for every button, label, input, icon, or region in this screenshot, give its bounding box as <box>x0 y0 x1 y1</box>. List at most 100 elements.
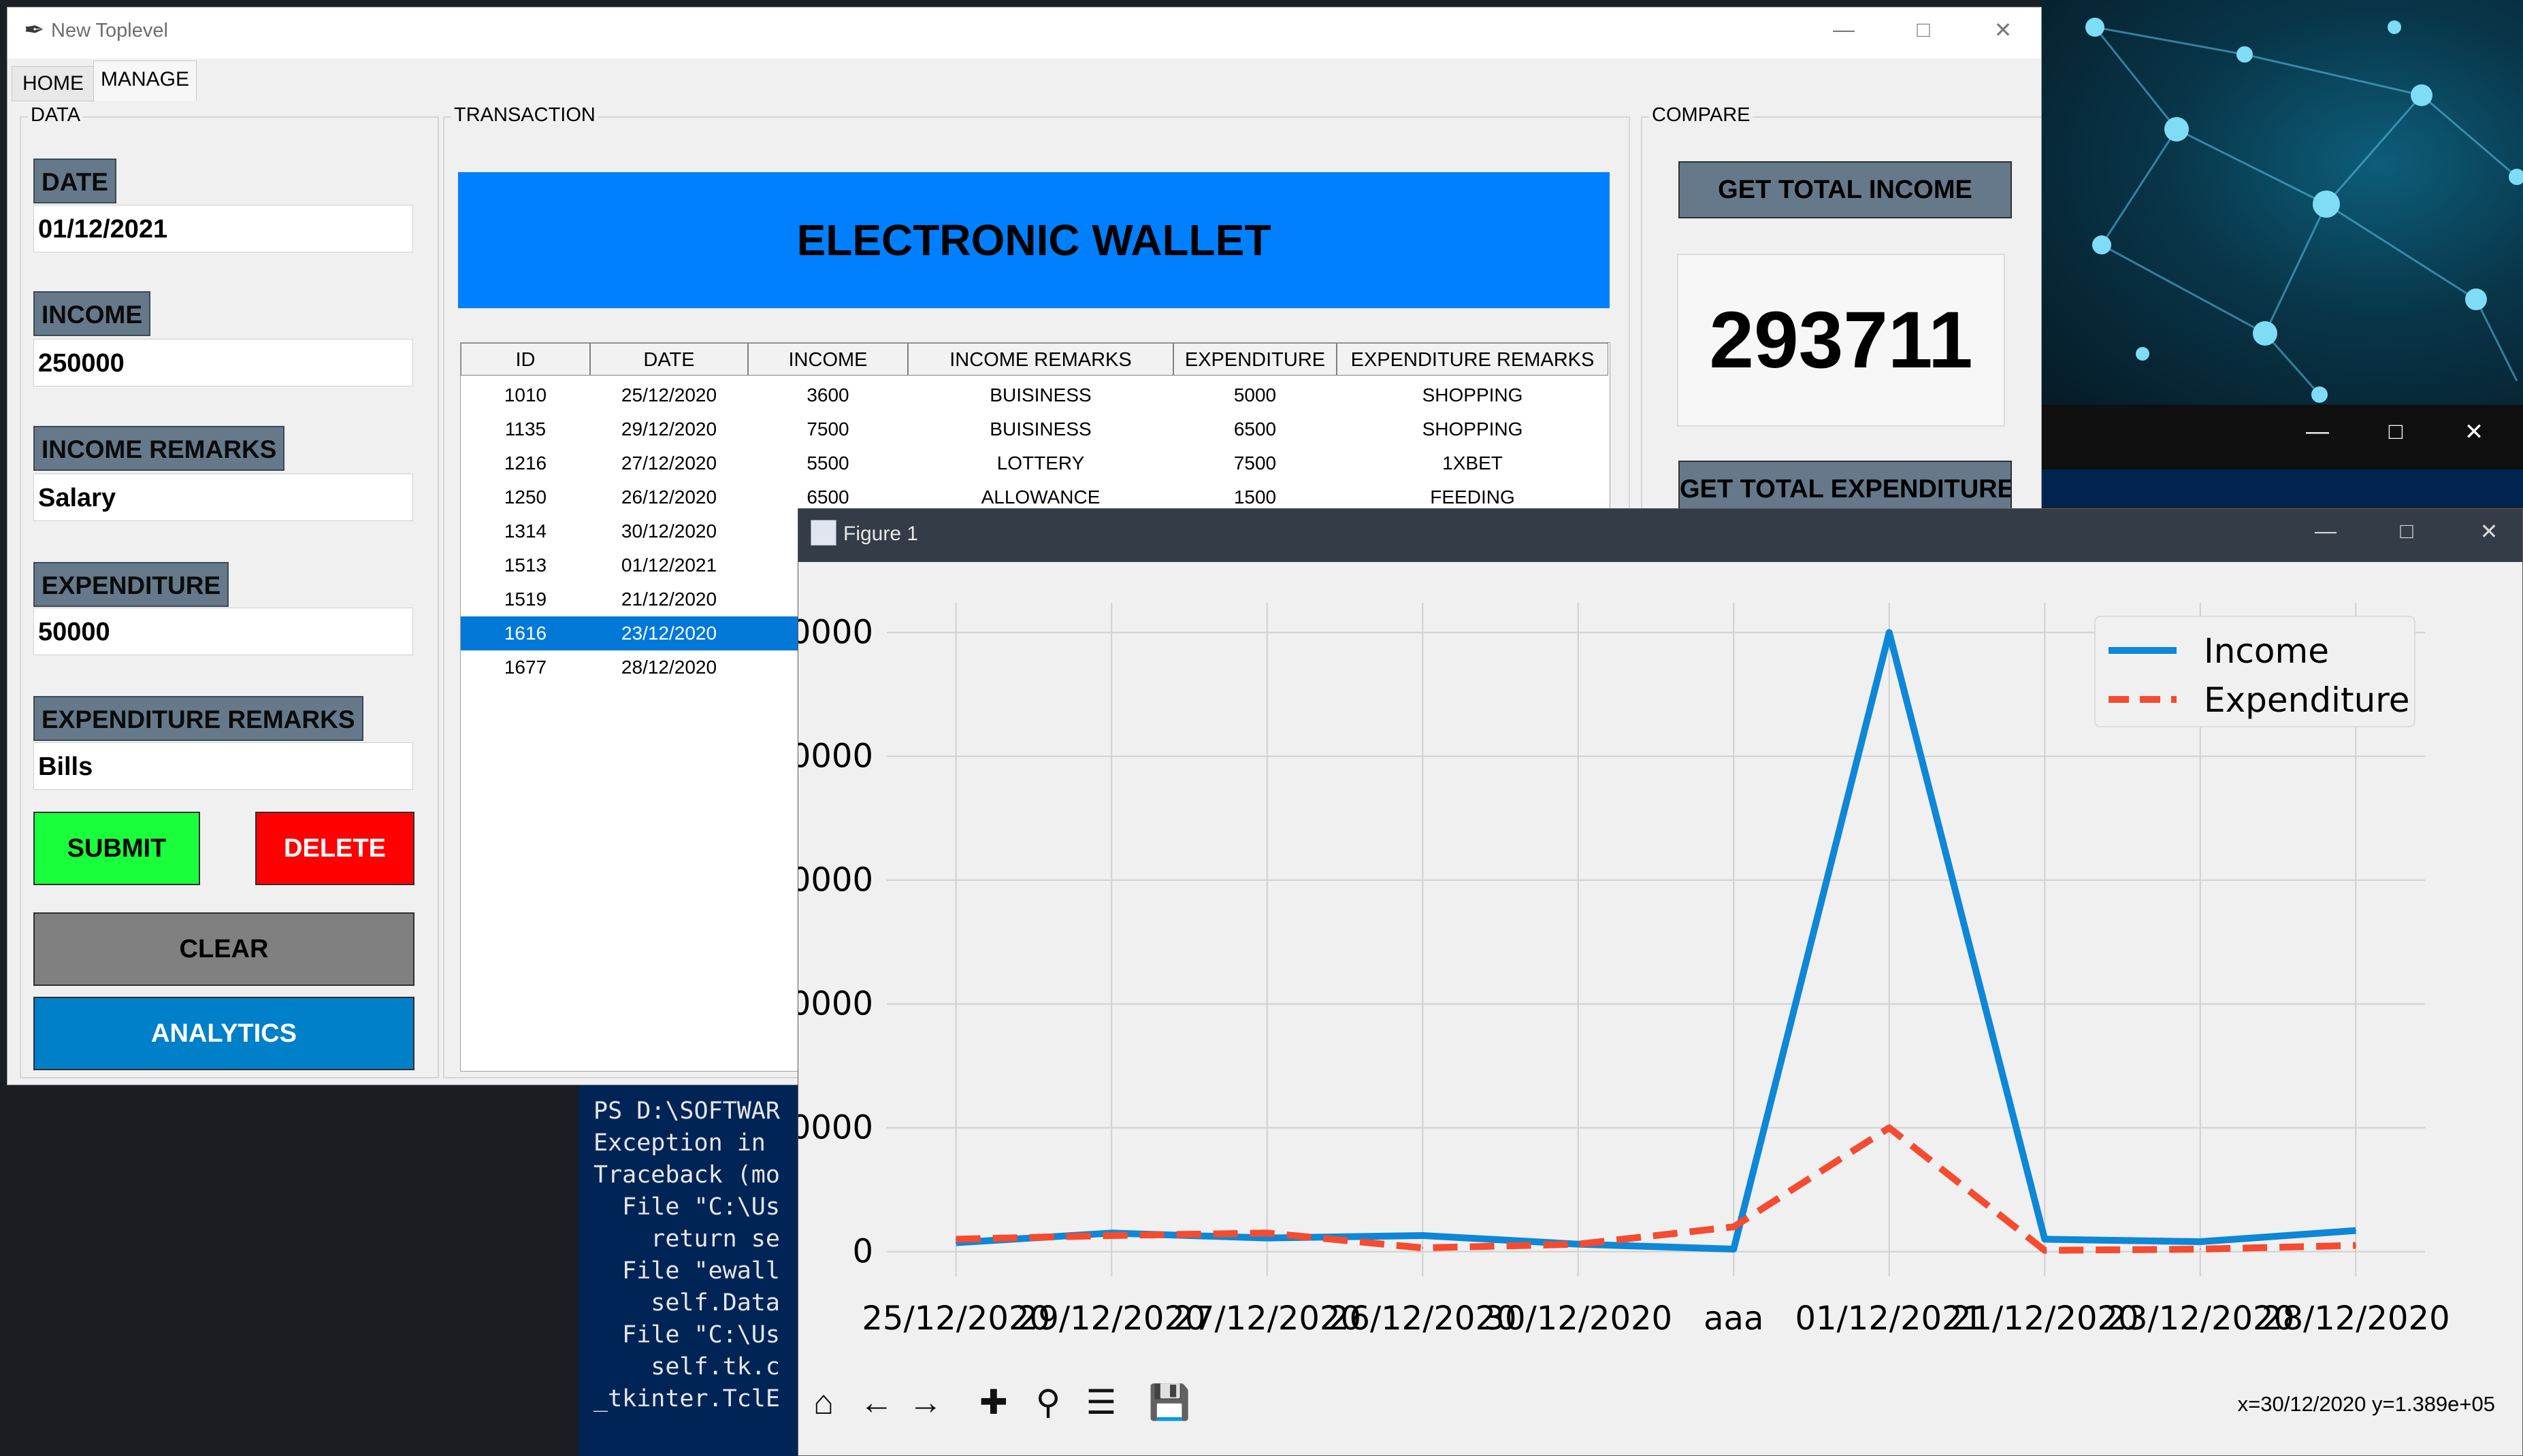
table-cell: 23/12/2020 <box>621 623 717 644</box>
console-line: _tkinter.TclE <box>593 1385 780 1412</box>
maximize-icon[interactable]: □ <box>1903 17 1944 47</box>
console-line: Exception in <box>593 1129 780 1157</box>
table-cell: 27/12/2020 <box>621 452 717 474</box>
table-cell: SHOPPING <box>1422 418 1523 440</box>
powershell-window[interactable]: PS D:\SOFTWAR Exception in Traceback (mo… <box>579 1084 803 1456</box>
total-value-display: 293711 <box>1677 254 2005 427</box>
table-row[interactable]: 1135 29/12/2020 7500 BUISINESS 6500 SHOPPING <box>461 412 1608 446</box>
data-group: DATA DATE 01/12/2021 INCOME 250000 INCOM… <box>20 104 439 1078</box>
forward-icon[interactable]: → <box>905 1381 947 1423</box>
console-line: self.Data <box>593 1289 780 1317</box>
table-row[interactable]: 1216 27/12/2020 5500 LOTTERY 7500 1XBET <box>461 446 1608 480</box>
legend-label: Expenditure <box>2204 680 2410 720</box>
y-tick-label: 150000 <box>798 861 873 899</box>
background-window[interactable]: — □ ✕ <box>2038 405 2523 507</box>
console-line: self.tk.c <box>593 1353 780 1380</box>
expenditure-field[interactable]: 50000 <box>33 608 413 655</box>
expenditure-remarks-field[interactable]: Bills <box>33 742 413 790</box>
minimize-icon[interactable]: — <box>2297 418 2338 445</box>
table-cell: SHOPPING <box>1422 384 1523 406</box>
zoom-icon[interactable]: ⚲ <box>1027 1381 1069 1423</box>
delete-button[interactable]: DELETE <box>255 812 414 885</box>
table-cell: 28/12/2020 <box>621 657 717 678</box>
console-line: PS D:\SOFTWAR <box>593 1097 780 1125</box>
table-cell: BUISINESS <box>990 418 1092 440</box>
data-group-label: DATA <box>28 104 84 127</box>
back-icon[interactable]: ← <box>856 1381 898 1423</box>
data-point <box>1422 1234 1424 1236</box>
window-title: New Toplevel <box>51 20 168 42</box>
home-icon[interactable]: ⌂ <box>802 1381 845 1423</box>
table-row[interactable]: 1010 25/12/2020 3600 BUISINESS 5000 SHOPPING <box>461 378 1608 412</box>
pan-icon[interactable]: ✚ <box>973 1381 1015 1423</box>
table-cell: 1135 <box>504 418 547 440</box>
table-cell: 29/12/2020 <box>621 418 717 440</box>
tab-home[interactable]: HOME <box>12 66 95 101</box>
y-tick-label: 250000 <box>798 614 873 652</box>
table-cell: LOTTERY <box>996 452 1085 474</box>
table-cell: 1250 <box>504 486 547 508</box>
y-tick-label: 200000 <box>798 738 873 776</box>
window-titlebar[interactable]: Figure 1 — □ ✕ <box>798 509 2522 562</box>
table-cell: 1513 <box>504 555 547 576</box>
tab-manage[interactable]: MANAGE <box>93 61 197 101</box>
wallet-banner: ELECTRONIC WALLET <box>458 172 1610 308</box>
get-total-income-button[interactable]: GET TOTAL INCOME <box>1678 161 2012 218</box>
data-point <box>2355 1229 2357 1231</box>
window-content <box>2038 469 2523 507</box>
compare-group-label: COMPARE <box>1649 104 1753 127</box>
window-titlebar[interactable]: ✒ New Toplevel — □ ✕ <box>7 7 2041 59</box>
column-header[interactable]: EXPENDITURE <box>1173 343 1337 376</box>
table-cell: 1XBET <box>1442 452 1503 474</box>
table-cell: 25/12/2020 <box>621 384 717 406</box>
matplotlib-icon <box>811 520 836 546</box>
minimize-icon[interactable]: — <box>1823 17 1864 47</box>
maximize-icon[interactable]: □ <box>2386 518 2427 548</box>
column-header[interactable]: EXPENDITURE REMARKS <box>1337 343 1608 376</box>
date-label: DATE <box>33 159 116 203</box>
column-header[interactable]: INCOME REMARKS <box>908 343 1173 376</box>
column-header[interactable]: DATE <box>590 343 748 376</box>
data-point <box>955 1238 957 1240</box>
close-icon[interactable]: ✕ <box>2469 518 2509 548</box>
data-point <box>1888 631 1890 633</box>
expenditure-remarks-label: EXPENDITURE REMARKS <box>33 696 363 741</box>
maximize-icon[interactable]: □ <box>2375 418 2416 445</box>
table-cell: 5000 <box>1233 384 1277 406</box>
transaction-group-label: TRANSACTION <box>451 104 598 127</box>
configure-icon[interactable]: ☰ <box>1080 1381 1122 1423</box>
line-chart[interactable]: 05000010000015000020000025000025/12/2020… <box>798 562 2523 1372</box>
console-line: File "C:\Us <box>593 1321 780 1349</box>
income-field[interactable]: 250000 <box>33 339 413 386</box>
clear-button[interactable]: CLEAR <box>33 912 414 986</box>
console-line: Traceback (mo <box>593 1161 780 1189</box>
feather-icon: ✒ <box>24 16 45 44</box>
x-tick-label: 28/12/2020 <box>2262 1300 2450 1338</box>
table-cell: 6500 <box>1233 418 1277 440</box>
legend-label: Income <box>2204 631 2329 671</box>
table-cell: 5500 <box>807 452 849 474</box>
figure-window[interactable]: Figure 1 — □ ✕ 0 50000 100000 150000 200000 2… <box>798 508 2523 1456</box>
table-cell: 1616 <box>504 623 547 644</box>
table-cell: 1677 <box>504 657 547 678</box>
date-field[interactable]: 01/12/2021 <box>33 205 413 252</box>
table-cell: 26/12/2020 <box>621 486 717 508</box>
analytics-button[interactable]: ANALYTICS <box>33 997 414 1070</box>
console-line: return se <box>593 1225 780 1253</box>
income-remarks-field[interactable]: Salary <box>33 474 413 521</box>
column-header[interactable]: INCOME <box>748 343 908 376</box>
x-tick-label: 30/12/2020 <box>1484 1300 1672 1338</box>
figure-title: Figure 1 <box>843 523 919 545</box>
column-header[interactable]: ID <box>461 343 590 376</box>
submit-button[interactable]: SUBMIT <box>33 812 200 885</box>
table-cell: 3600 <box>807 384 849 406</box>
data-point <box>1733 1248 1735 1250</box>
close-icon[interactable]: ✕ <box>1983 17 2023 47</box>
income-remarks-label: INCOME REMARKS <box>33 426 285 471</box>
minimize-icon[interactable]: — <box>2305 518 2346 548</box>
close-icon[interactable]: ✕ <box>2454 418 2494 446</box>
table-cell: 1010 <box>504 384 547 406</box>
data-point <box>2044 1238 2046 1240</box>
save-icon[interactable]: 💾 <box>1148 1381 1190 1423</box>
data-point <box>1111 1234 1113 1236</box>
